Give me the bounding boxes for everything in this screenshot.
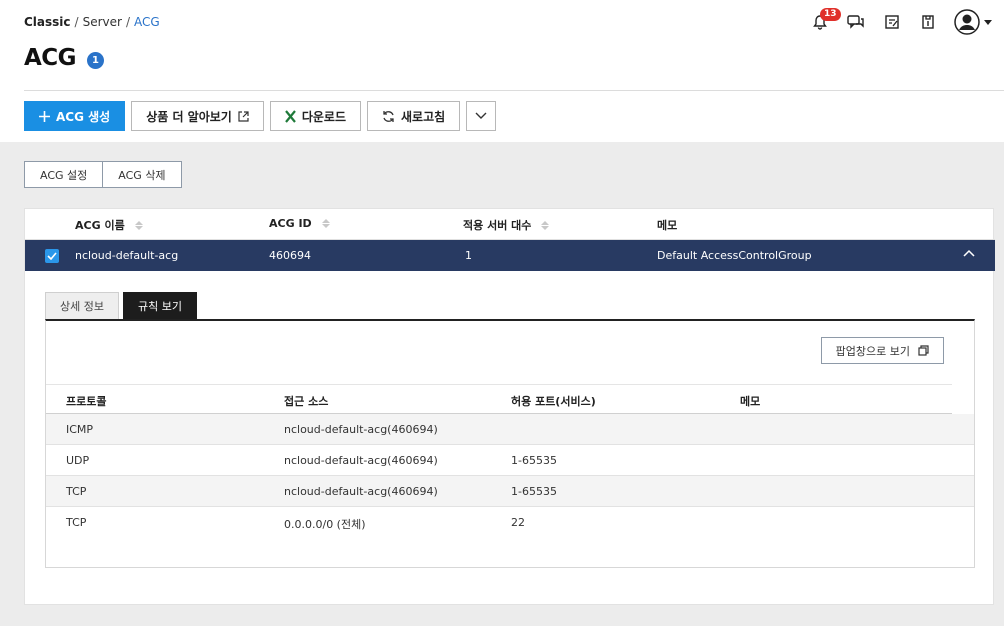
row-checkbox[interactable] xyxy=(45,249,59,263)
table-row: TCP 0.0.0.0/0 (전체) 22 xyxy=(46,507,974,538)
cell-acg-id: 460694 xyxy=(269,249,311,262)
tab-detail-info[interactable]: 상세 정보 xyxy=(45,292,119,319)
cell-port: 1-65535 xyxy=(511,454,557,467)
cell-source: ncloud-default-acg(460694) xyxy=(284,454,438,467)
popup-window-icon xyxy=(918,345,929,356)
chat-icon xyxy=(847,15,864,29)
rules-panel: 팝업창으로 보기 프로토콜 접근 소스 허용 포트(서비스) 메모 ICMP n… xyxy=(45,319,975,568)
checkmark-icon xyxy=(47,252,57,260)
cell-source: ncloud-default-acg(460694) xyxy=(284,485,438,498)
caret-down-icon xyxy=(984,19,992,25)
open-popup-button[interactable]: 팝업창으로 보기 xyxy=(820,337,944,364)
cell-acg-name: ncloud-default-acg xyxy=(75,249,179,262)
notification-button[interactable]: 13 xyxy=(802,8,841,36)
sort-icon[interactable] xyxy=(321,219,330,228)
breadcrumb-separator: / xyxy=(74,15,79,29)
acg-table-panel: ACG 이름 ACG ID 적용 서버 대수 메모 ncloud-default… xyxy=(24,208,995,605)
header-server-count[interactable]: 적용 서버 대수 xyxy=(463,217,550,233)
page-title: ACG xyxy=(24,45,77,71)
refresh-icon xyxy=(383,110,394,122)
breadcrumb-classic[interactable]: Classic xyxy=(24,15,71,29)
tab-rules[interactable]: 규칙 보기 xyxy=(122,292,197,319)
acg-settings-button[interactable]: ACG 설정 xyxy=(24,161,104,188)
docs-button[interactable] xyxy=(910,8,946,36)
edit-note-icon xyxy=(885,15,899,29)
table-header: ACG 이름 ACG ID 적용 서버 대수 메모 xyxy=(25,209,995,240)
cell-source: ncloud-default-acg(460694) xyxy=(284,423,438,436)
open-popup-label: 팝업창으로 보기 xyxy=(835,344,910,358)
sort-icon[interactable] xyxy=(541,220,550,230)
avatar-icon xyxy=(954,9,980,35)
create-acg-button[interactable]: ACG 생성 xyxy=(24,101,126,131)
detail-tabs: 상세 정보 규칙 보기 xyxy=(45,292,197,319)
table-row-selected[interactable]: ncloud-default-acg 460694 1 Default Acce… xyxy=(25,240,995,271)
cell-port: 22 xyxy=(511,516,525,529)
cell-port: 1-65535 xyxy=(511,485,557,498)
table-row: UDP ncloud-default-acg(460694) 1-65535 xyxy=(46,445,974,476)
header-protocol: 프로토콜 xyxy=(66,395,107,408)
more-dropdown-button[interactable] xyxy=(466,101,497,131)
acg-delete-button[interactable]: ACG 삭제 xyxy=(103,161,182,188)
cell-server-count: 1 xyxy=(465,249,472,262)
rules-table-header: 프로토콜 접근 소스 허용 포트(서비스) 메모 xyxy=(46,384,952,414)
header-memo: 메모 xyxy=(657,217,677,233)
header-acg-name-label: ACG 이름 xyxy=(75,219,125,232)
plus-icon xyxy=(39,110,50,122)
header-source: 접근 소스 xyxy=(284,395,329,408)
header-acg-id[interactable]: ACG ID xyxy=(269,217,330,230)
header-divider xyxy=(24,90,1004,91)
chat-button[interactable] xyxy=(838,8,874,36)
cell-protocol: TCP xyxy=(66,485,87,498)
download-button[interactable]: 다운로드 xyxy=(269,101,362,131)
cell-source: 0.0.0.0/0 (전체) xyxy=(284,518,366,531)
document-icon xyxy=(922,15,934,29)
cell-memo: Default AccessControlGroup xyxy=(657,249,812,262)
download-label: 다운로드 xyxy=(301,109,347,124)
chevron-up-icon[interactable] xyxy=(963,249,975,257)
table-row: ICMP ncloud-default-acg(460694) xyxy=(46,414,974,445)
count-badge: 1 xyxy=(87,52,104,69)
user-menu[interactable] xyxy=(954,9,992,35)
external-link-icon xyxy=(238,110,249,122)
header-port: 허용 포트(서비스) xyxy=(511,395,596,408)
breadcrumb-separator: / xyxy=(125,15,130,29)
acg-action-group: ACG 설정 ACG 삭제 xyxy=(24,161,182,188)
header-server-count-label: 적용 서버 대수 xyxy=(463,219,532,232)
header-rule-memo: 메모 xyxy=(740,395,761,408)
refresh-button[interactable]: 새로고침 xyxy=(367,101,461,131)
header-memo-label: 메모 xyxy=(657,219,678,232)
breadcrumb-current[interactable]: ACG xyxy=(134,15,160,29)
main-toolbar: ACG 생성 상품 더 알아보기 다운로드 새로고침 xyxy=(24,101,497,131)
header-icons: 13 xyxy=(802,8,992,36)
create-acg-label: ACG 생성 xyxy=(56,109,111,124)
excel-icon xyxy=(284,109,296,123)
header-acg-name[interactable]: ACG 이름 xyxy=(75,217,143,233)
learn-more-label: 상품 더 알아보기 xyxy=(146,109,232,124)
top-header: Classic / Server / ACG ACG 1 13 ACG 생성 상… xyxy=(0,0,1004,142)
content-area: ACG 설정 ACG 삭제 ACG 이름 ACG ID 적용 서버 대수 메모 xyxy=(0,142,1004,626)
sort-icon[interactable] xyxy=(134,220,143,230)
breadcrumb: Classic / Server / ACG xyxy=(24,15,160,29)
cell-protocol: ICMP xyxy=(66,423,94,436)
learn-more-button[interactable]: 상품 더 알아보기 xyxy=(131,101,264,131)
breadcrumb-server[interactable]: Server xyxy=(83,15,122,29)
cell-protocol: UDP xyxy=(66,454,90,467)
table-row: TCP ncloud-default-acg(460694) 1-65535 xyxy=(46,476,974,507)
chevron-down-icon xyxy=(475,112,487,119)
header-acg-id-label: ACG ID xyxy=(269,217,312,230)
cell-protocol: TCP xyxy=(66,516,87,529)
memo-button[interactable] xyxy=(874,8,910,36)
refresh-label: 새로고침 xyxy=(401,109,446,124)
